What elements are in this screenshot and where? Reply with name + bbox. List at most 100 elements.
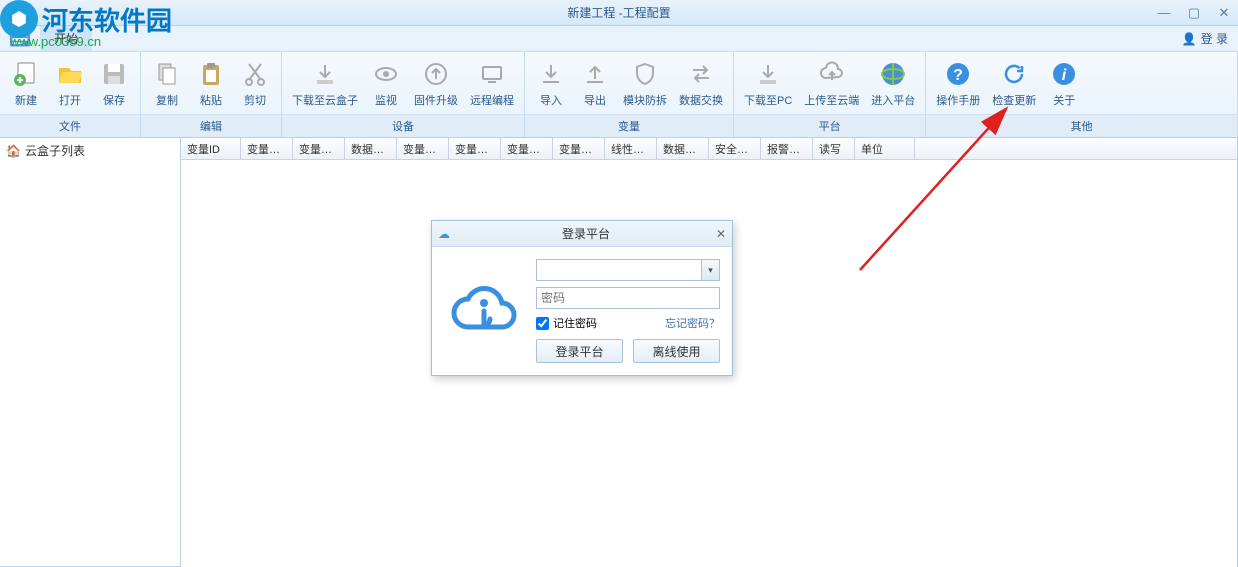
col-9[interactable]: 数据… (657, 138, 709, 159)
remember-checkbox-wrap[interactable]: 记住密码 (536, 315, 597, 331)
import-button[interactable]: 导入 (529, 54, 573, 112)
ribbon-group-platform: 下载至PC 上传至云端 进入平台 平台 (734, 52, 926, 137)
firmware-upgrade-button[interactable]: 固件升级 (408, 54, 464, 112)
open-button[interactable]: 打开 (48, 54, 92, 112)
menu-start[interactable]: 开始 (40, 26, 92, 51)
menu-bar: 开始 👤 登 录 (0, 26, 1238, 52)
svg-text:i: i (1062, 67, 1067, 84)
download-pc-icon (752, 58, 784, 90)
open-icon (54, 58, 86, 90)
col-11[interactable]: 报警… (761, 138, 813, 159)
col-7[interactable]: 变量… (553, 138, 605, 159)
refresh-icon (998, 58, 1030, 90)
col-8[interactable]: 线性… (605, 138, 657, 159)
col-2[interactable]: 变量… (293, 138, 345, 159)
col-12[interactable]: 读写 (813, 138, 855, 159)
col-3[interactable]: 数据… (345, 138, 397, 159)
info-icon: i (1048, 58, 1080, 90)
login-button[interactable]: 登录平台 (536, 339, 623, 363)
copy-button[interactable]: 复制 (145, 54, 189, 112)
username-input[interactable] (536, 259, 720, 281)
remote-icon (476, 58, 508, 90)
cut-button[interactable]: 剪切 (233, 54, 277, 112)
manual-button[interactable]: ? 操作手册 (930, 54, 986, 112)
forgot-password-link[interactable]: 忘记密码？ (665, 315, 720, 331)
group-label-file: 文件 (0, 114, 140, 137)
monitor-button[interactable]: 监视 (364, 54, 408, 112)
ribbon-group-file: 新建 打开 保存 文件 (0, 52, 141, 137)
col-4[interactable]: 变量… (397, 138, 449, 159)
new-button[interactable]: 新建 (4, 54, 48, 112)
table-header: 变量ID 变量… 变量… 数据… 变量… 变量… 变量… 变量… 线性… 数据…… (181, 138, 1237, 160)
col-10[interactable]: 安全… (709, 138, 761, 159)
upload-to-cloud-button[interactable]: 上传至云端 (798, 54, 865, 112)
title-bar: 新建工程 -工程配置 — ▢ ✕ (0, 0, 1238, 26)
login-link[interactable]: 👤 登 录 (1182, 30, 1228, 47)
ribbon: 新建 打开 保存 文件 复制 粘贴 剪切 (0, 52, 1238, 138)
remote-program-button[interactable]: 远程编程 (464, 54, 520, 112)
upgrade-icon (420, 58, 452, 90)
copy-icon (151, 58, 183, 90)
group-label-device: 设备 (282, 114, 524, 137)
sidebar: 🏠 云盒子列表 (0, 138, 181, 567)
export-button[interactable]: 导出 (573, 54, 617, 112)
tree-root-cloudbox[interactable]: 🏠 云盒子列表 (0, 138, 180, 163)
help-icon: ? (942, 58, 974, 90)
save-icon (98, 58, 130, 90)
main-area: 🏠 云盒子列表 变量ID 变量… 变量… 数据… 变量… 变量… 变量… 变量…… (0, 138, 1238, 567)
svg-text:?: ? (953, 67, 963, 84)
globe-icon (877, 58, 909, 90)
enter-platform-button[interactable]: 进入平台 (865, 54, 921, 112)
offline-button[interactable]: 离线使用 (633, 339, 720, 363)
login-dialog: ☁ 登录平台 ✕ ▾ (431, 220, 733, 376)
tree-root-label: 云盒子列表 (25, 142, 85, 159)
check-update-button[interactable]: 检查更新 (986, 54, 1042, 112)
download-icon (309, 58, 341, 90)
ribbon-group-edit: 复制 粘贴 剪切 编辑 (141, 52, 282, 137)
col-1[interactable]: 变量… (241, 138, 293, 159)
ribbon-group-device: 下载至云盒子 监视 固件升级 远程编程 设备 (282, 52, 525, 137)
app-menu-icon[interactable] (0, 26, 40, 52)
dialog-close-button[interactable]: ✕ (716, 227, 726, 241)
login-label: 登 录 (1201, 30, 1228, 47)
home-icon: 🏠 (6, 144, 21, 158)
export-icon (579, 58, 611, 90)
ribbon-group-other: ? 操作手册 检查更新 i 关于 其他 (926, 52, 1238, 137)
remember-label: 记住密码 (553, 315, 597, 331)
password-input[interactable] (536, 287, 720, 309)
save-button[interactable]: 保存 (92, 54, 136, 112)
group-label-platform: 平台 (734, 114, 925, 137)
about-button[interactable]: i 关于 (1042, 54, 1086, 112)
col-5[interactable]: 变量… (449, 138, 501, 159)
group-label-variable: 变量 (525, 114, 733, 137)
username-dropdown-button[interactable]: ▾ (701, 260, 719, 280)
dialog-titlebar: ☁ 登录平台 ✕ (432, 221, 732, 247)
col-id[interactable]: 变量ID (181, 138, 241, 159)
download-to-cloudbox-button[interactable]: 下载至云盒子 (286, 54, 364, 112)
new-icon (10, 58, 42, 90)
cloud-upload-icon (816, 58, 848, 90)
col-13[interactable]: 单位 (855, 138, 915, 159)
import-icon (535, 58, 567, 90)
eye-icon (370, 58, 402, 90)
shield-icon (629, 58, 661, 90)
data-exchange-button[interactable]: 数据交换 (673, 54, 729, 112)
ribbon-group-variable: 导入 导出 模块防拆 数据交换 变量 (525, 52, 734, 137)
group-label-other: 其他 (926, 114, 1237, 137)
table-body: ☁ 登录平台 ✕ ▾ (181, 160, 1237, 567)
paste-icon (195, 58, 227, 90)
remember-checkbox[interactable] (536, 317, 549, 330)
dialog-logo (444, 259, 524, 363)
col-6[interactable]: 变量… (501, 138, 553, 159)
close-button[interactable]: ✕ (1216, 5, 1232, 21)
exchange-icon (685, 58, 717, 90)
paste-button[interactable]: 粘贴 (189, 54, 233, 112)
content-area: 变量ID 变量… 变量… 数据… 变量… 变量… 变量… 变量… 线性… 数据…… (181, 138, 1238, 567)
group-label-edit: 编辑 (141, 114, 281, 137)
download-to-pc-button[interactable]: 下载至PC (738, 54, 798, 112)
tamper-proof-button[interactable]: 模块防拆 (617, 54, 673, 112)
cut-icon (239, 58, 271, 90)
maximize-button[interactable]: ▢ (1186, 5, 1202, 21)
user-icon: 👤 (1182, 32, 1197, 46)
minimize-button[interactable]: — (1156, 5, 1172, 21)
